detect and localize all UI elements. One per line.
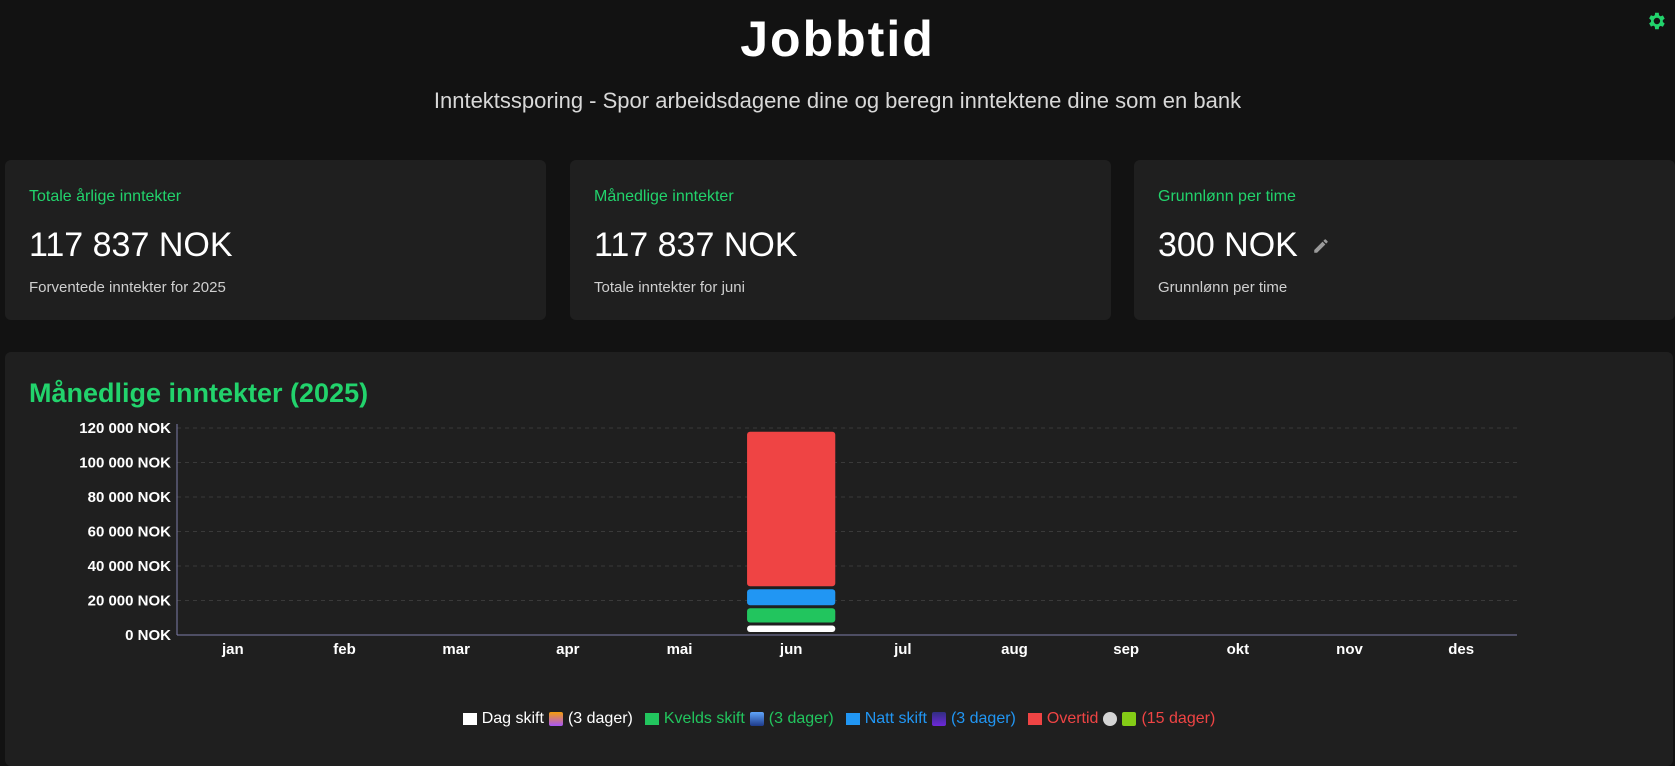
app-title: Jobbtid	[740, 11, 935, 67]
card-hourly-wage: Grunnlønn per time 300 NOK Grunnlønn per…	[1134, 160, 1675, 320]
x-tick-label: mai	[667, 641, 693, 658]
x-tick-label: nov	[1336, 641, 1363, 658]
x-tick-label: des	[1448, 641, 1474, 658]
legend-days: (3 dager)	[567, 710, 633, 727]
x-tick-label: sep	[1113, 641, 1139, 658]
legend-item-natt-skift[interactable]: Natt skift (3 dager)	[845, 710, 1016, 728]
x-tick-label: mar	[442, 641, 470, 658]
card-value: 117 837 NOK	[29, 226, 522, 265]
pencil-icon[interactable]	[1312, 237, 1330, 255]
legend-swatch	[462, 713, 477, 725]
y-tick-label: 40 000 NOK	[88, 558, 172, 575]
app-subtitle: Inntektssporing - Spor arbeidsdagene din…	[433, 88, 1242, 113]
legend-label: Dag skift	[481, 710, 544, 727]
legend-label: Kvelds skift	[663, 710, 745, 727]
annual-income-value: 117 837 NOK	[29, 226, 233, 264]
night-sky-icon	[931, 712, 946, 726]
card-value: 117 837 NOK	[594, 226, 1087, 265]
x-tick-label: feb	[333, 641, 356, 658]
clock-icon	[1103, 712, 1118, 726]
city-night-icon	[749, 712, 764, 726]
card-label: Totale årlige inntekter	[29, 188, 182, 205]
legend-item-kvelds-skift[interactable]: Kvelds skift (3 dager)	[644, 710, 834, 728]
card-desc: Totale inntekter for juni	[594, 279, 745, 296]
card-monthly-income: Månedlige inntekter 117 837 NOK Totale i…	[570, 160, 1111, 320]
card-annual-income: Totale årlige inntekter 117 837 NOK Forv…	[5, 160, 546, 320]
x-tick-label: okt	[1227, 641, 1250, 658]
legend-label: Natt skift	[864, 710, 927, 727]
card-desc: Forventede inntekter for 2025	[29, 279, 226, 296]
x-tick-label: jul	[893, 641, 912, 658]
bar-segment-overtid	[747, 431, 836, 587]
y-tick-label: 60 000 NOK	[88, 524, 172, 541]
legend-swatch	[644, 713, 659, 725]
card-value: 300 NOK	[1158, 226, 1651, 265]
card-label: Månedlige inntekter	[594, 188, 734, 205]
legend-item-dag-skift[interactable]: Dag skift (3 dager)	[462, 710, 633, 728]
legend-swatch	[1027, 713, 1042, 725]
money-icon	[1122, 712, 1137, 726]
hourly-wage-value: 300 NOK	[1158, 226, 1298, 264]
bar-segment-natt-skift	[747, 589, 836, 606]
card-desc: Grunnlønn per time	[1158, 279, 1288, 296]
legend-swatch	[845, 713, 860, 725]
y-tick-label: 0 NOK	[125, 627, 171, 644]
x-tick-label: apr	[556, 641, 580, 658]
y-tick-label: 80 000 NOK	[88, 489, 172, 506]
y-tick-label: 120 000 NOK	[79, 420, 171, 437]
monthly-income-chart: 0 NOK 20 000 NOK 40 000 NOK 60 000 NOK 80 00…	[79, 420, 1517, 658]
legend-label: Overtid	[1046, 710, 1099, 727]
y-tick-label: 100 000 NOK	[79, 455, 171, 472]
sunset-icon	[548, 712, 563, 726]
legend-days: (3 dager)	[950, 710, 1016, 727]
x-tick-label: jun	[779, 641, 803, 658]
monthly-income-value: 117 837 NOK	[594, 226, 798, 264]
chart-legend: Dag skift (3 dager) Kvelds skift (3 dage…	[5, 710, 1673, 728]
monthly-income-chart-panel: Månedlige inntekter (2025) 0 NOK 20 000 N…	[5, 352, 1673, 766]
x-tick-label: jan	[221, 641, 244, 658]
bar-segment-dag-skift	[747, 625, 836, 632]
gear-icon[interactable]	[1645, 10, 1667, 32]
legend-item-overtid[interactable]: Overtid (15 dager)	[1027, 710, 1216, 728]
legend-days: (15 dager)	[1141, 710, 1216, 727]
legend-days: (3 dager)	[768, 710, 834, 727]
bar-segment-kvelds-skift	[747, 608, 836, 623]
card-label: Grunnlønn per time	[1158, 188, 1296, 205]
x-tick-label: aug	[1001, 641, 1028, 658]
y-tick-label: 20 000 NOK	[88, 593, 172, 610]
